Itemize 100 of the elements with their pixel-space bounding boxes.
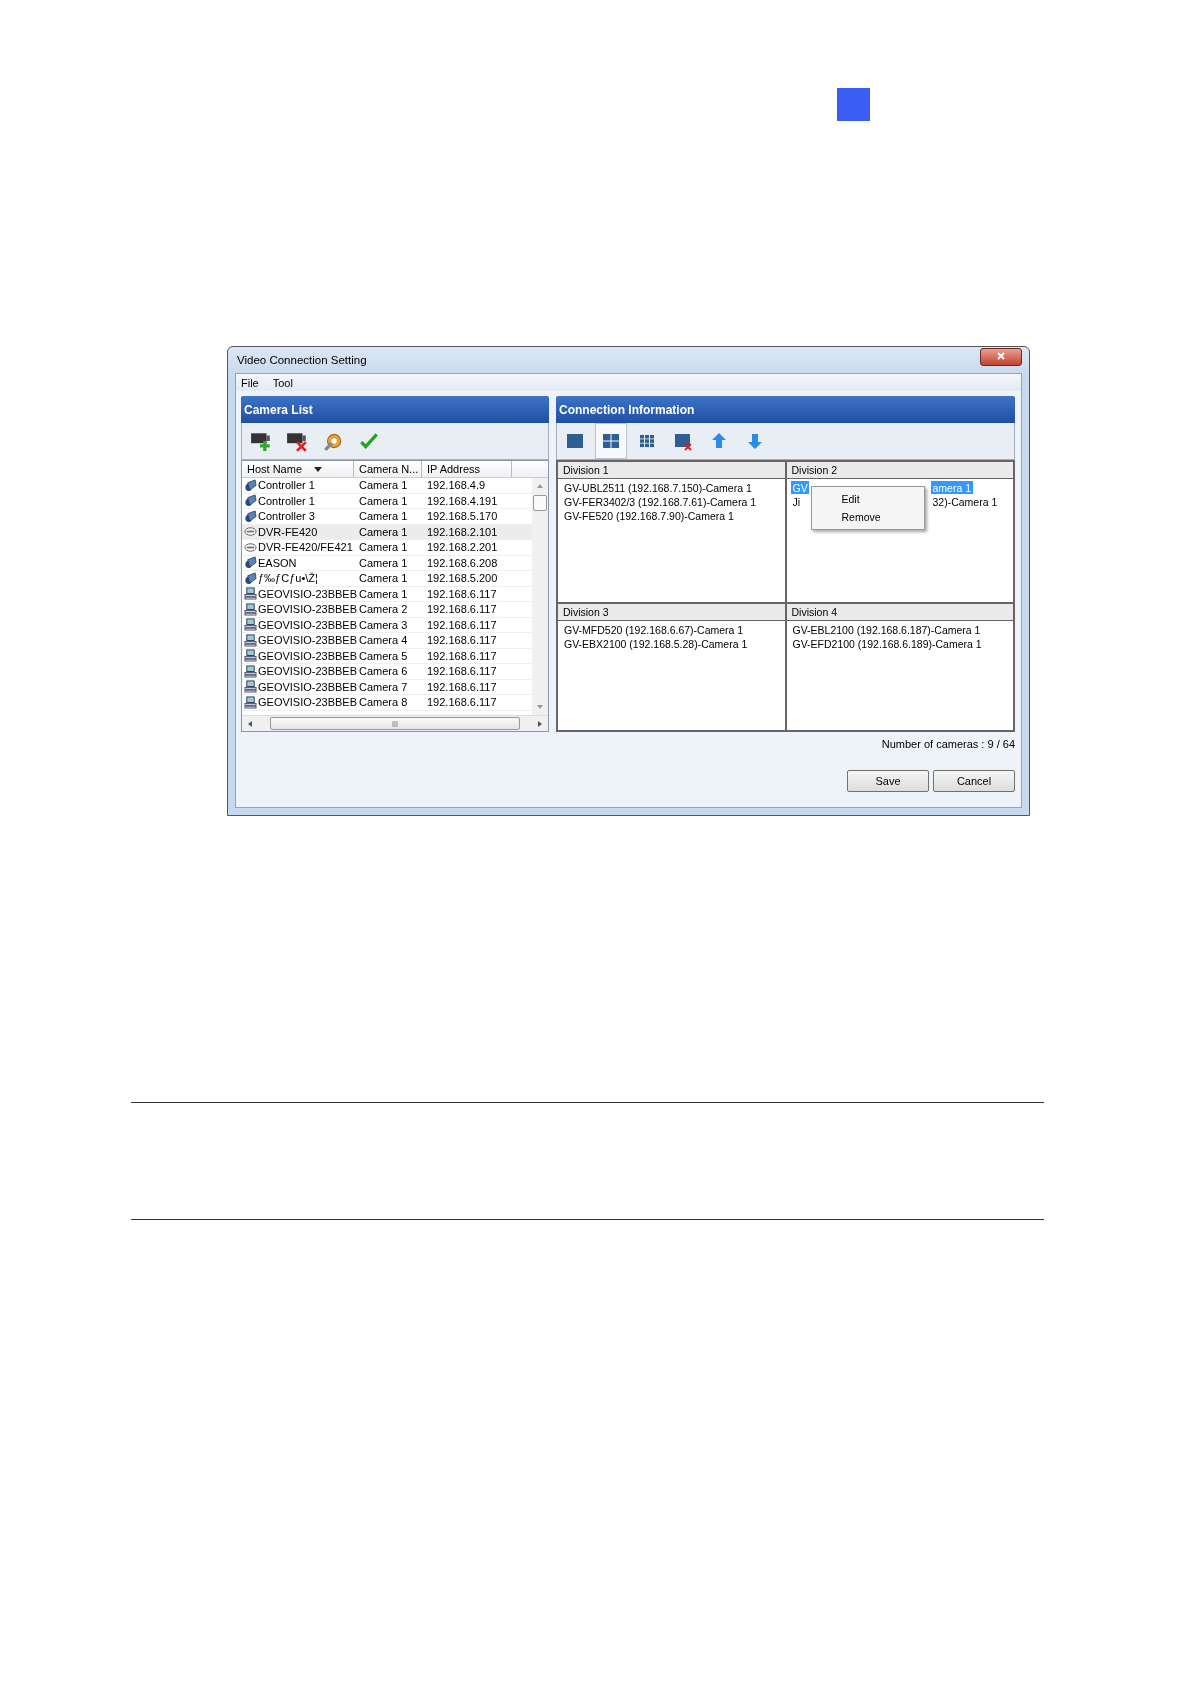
table-cell-text: Camera 1 bbox=[358, 541, 409, 554]
table-row[interactable]: GEOVISIO-23BBEB Camera 7 192.168.6.117 bbox=[242, 679, 532, 695]
layout-button[interactable] bbox=[595, 423, 627, 459]
table-cell: GEOVISIO-23BBEB bbox=[258, 680, 358, 693]
panel-header: Connection Information bbox=[556, 396, 1015, 423]
table-cell-text: Camera 4 bbox=[358, 634, 409, 647]
dialog-button[interactable]: Cancel bbox=[933, 770, 1015, 792]
column-header[interactable]: Host Name bbox=[242, 461, 354, 477]
table-cell-text: 192.168.6.117 bbox=[426, 587, 498, 600]
camera-entry[interactable]: GV-EBX2100 (192.168.5.28)-Camera 1 bbox=[562, 637, 750, 650]
table-cell-text: Camera 6 bbox=[358, 665, 409, 678]
table-cell-text: Camera 3 bbox=[358, 618, 409, 631]
column-header[interactable]: Camera N... bbox=[354, 461, 422, 477]
table-cell-text: 192.168.4.191 bbox=[426, 494, 499, 507]
division-title: Division 2 bbox=[786, 462, 1013, 479]
table-cell: GEOVISIO-23BBEB bbox=[258, 618, 358, 631]
table-row[interactable]: ƒ‰ƒCƒu•\Ž¦ Camera 1 192.168.5.200 bbox=[242, 571, 532, 587]
computer-icon bbox=[244, 664, 257, 678]
division-title: Division 1 bbox=[558, 462, 785, 479]
table-cell-text: Camera 2 bbox=[358, 603, 409, 616]
quad-view-icon bbox=[601, 431, 621, 451]
window-title: Video Connection Setting bbox=[236, 354, 367, 366]
menu-item[interactable]: Tool bbox=[272, 376, 293, 389]
table-row[interactable]: GEOVISIO-23BBEB Camera 3 192.168.6.117 bbox=[242, 617, 532, 633]
table-cell-text: Camera 1 bbox=[358, 479, 409, 492]
computer-icon bbox=[244, 587, 257, 601]
table-cell: Controller 1 bbox=[258, 494, 315, 507]
table-cell: DVR-FE420/FE421 bbox=[258, 541, 353, 554]
camera-entry[interactable]: GV-EFD2100 (192.168.6.189)-Camera 1 bbox=[790, 637, 984, 650]
remove-layout-icon bbox=[673, 431, 693, 451]
table-cell: GEOVISIO-23BBEB bbox=[258, 634, 358, 647]
table-cell-text: Camera 8 bbox=[358, 696, 409, 709]
table-cell-text: 192.168.6.117 bbox=[426, 665, 498, 678]
table-cell-text: 192.168.5.170 bbox=[426, 510, 499, 523]
camera-icon bbox=[244, 509, 257, 523]
table-cell-text: 192.168.6.208 bbox=[426, 556, 499, 569]
table-cell-text: 192.168.6.117 bbox=[426, 618, 498, 631]
camera-entry[interactable]: 32)-Camera 1 bbox=[930, 495, 1000, 508]
table-row[interactable]: GEOVISIO-23BBEB Camera 2 192.168.6.117 bbox=[242, 602, 532, 618]
table-row[interactable]: Controller 1 Camera 1 192.168.4.191 bbox=[242, 493, 532, 509]
table-cell-text: 192.168.2.101 bbox=[426, 525, 499, 538]
table-cell-text: 192.168.5.200 bbox=[426, 572, 499, 585]
table-row[interactable]: GEOVISIO-23BBEB Camera 4 192.168.6.117 bbox=[242, 633, 532, 649]
computer-icon bbox=[244, 695, 257, 709]
dvr-icon bbox=[244, 540, 257, 554]
scroll-right-icon[interactable] bbox=[536, 719, 544, 728]
page-tab-marker bbox=[837, 88, 870, 121]
table-cell-text: 192.168.6.117 bbox=[426, 696, 498, 709]
dialog-button[interactable]: Save bbox=[847, 770, 929, 792]
add-camera-icon[interactable] bbox=[250, 430, 272, 452]
table-cell-text: Camera 1 bbox=[358, 525, 409, 538]
table-cell-text: 192.168.6.117 bbox=[426, 680, 498, 693]
table-row[interactable]: GEOVISIO-23BBEB Camera 1 192.168.6.117 bbox=[242, 586, 532, 602]
table-cell: GEOVISIO-23BBEB bbox=[258, 665, 358, 678]
table-cell-text: Camera 5 bbox=[358, 649, 409, 662]
table-cell-text: Camera 1 bbox=[358, 556, 409, 569]
close-button[interactable] bbox=[980, 348, 1022, 366]
scroll-left-icon[interactable] bbox=[246, 719, 254, 728]
dvr-icon bbox=[244, 525, 257, 539]
table-cell-text: Camera 7 bbox=[358, 680, 409, 693]
computer-icon bbox=[244, 602, 257, 616]
camera-icon bbox=[244, 556, 257, 570]
table-cell-text: Camera 1 bbox=[358, 494, 409, 507]
camera-entry[interactable]: GV-MFD520 (192.168.6.67)-Camera 1 bbox=[562, 623, 746, 636]
camera-entry[interactable]: Ji bbox=[790, 495, 809, 508]
table-cell: GEOVISIO-23BBEB bbox=[258, 696, 358, 709]
table-row[interactable]: GEOVISIO-23BBEB Camera 5 192.168.6.117 bbox=[242, 648, 532, 664]
camera-entry[interactable]: GV-FER3402/3 (192.168.7.61)-Camera 1 bbox=[562, 495, 759, 508]
camera-icon bbox=[244, 571, 257, 585]
table-cell: EASON bbox=[258, 556, 297, 569]
table-row[interactable]: GEOVISIO-23BBEB Camera 8 192.168.6.117 bbox=[242, 695, 532, 711]
scrollbar-thumb[interactable] bbox=[533, 495, 547, 511]
table-cell-text: 192.168.2.201 bbox=[426, 541, 499, 554]
table-row[interactable]: Controller 1 Camera 1 192.168.4.9 bbox=[242, 478, 532, 494]
table-cell-text: Camera 1 bbox=[358, 587, 409, 600]
division-title: Division 4 bbox=[786, 604, 1013, 621]
menu-item[interactable]: Edit bbox=[811, 490, 924, 508]
camera-icon bbox=[244, 478, 257, 492]
panel-header: Camera List bbox=[241, 396, 549, 423]
table-cell-text: 192.168.4.9 bbox=[426, 479, 487, 492]
remove-camera-icon[interactable] bbox=[286, 430, 308, 452]
table-cell: GEOVISIO-23BBEB bbox=[258, 649, 358, 662]
table-cell: Controller 1 bbox=[258, 479, 315, 492]
check-icon[interactable] bbox=[358, 430, 380, 452]
camera-entry[interactable]: GV-EBL2100 (192.168.6.187)-Camera 1 bbox=[790, 623, 983, 636]
table-cell: DVR-FE420 bbox=[258, 525, 318, 538]
scrollbar-thumb[interactable] bbox=[270, 717, 520, 730]
table-cell: GEOVISIO-23BBEB bbox=[258, 587, 358, 600]
table-cell-text: 192.168.6.117 bbox=[426, 634, 498, 647]
caret-icon[interactable] bbox=[314, 466, 323, 472]
table-row[interactable]: EASON Camera 1 192.168.6.208 bbox=[242, 555, 532, 571]
table-row[interactable]: Controller 3 Camera 1 192.168.5.170 bbox=[242, 509, 532, 525]
menu-item[interactable]: File bbox=[241, 376, 259, 389]
close-icon bbox=[996, 351, 1006, 361]
table-row[interactable]: GEOVISIO-23BBEB Camera 6 192.168.6.117 bbox=[242, 664, 532, 680]
menu-item[interactable]: Remove bbox=[811, 508, 924, 526]
camera-entry[interactable]: GV-UBL2511 (192.168.7.150)-Camera 1 bbox=[562, 481, 754, 494]
camera-entry[interactable]: GV-FE520 (192.168.7.90)-Camera 1 bbox=[562, 509, 736, 522]
column-header[interactable]: IP Address bbox=[422, 461, 512, 477]
table-row[interactable]: DVR-FE420/FE421 Camera 1 192.168.2.201 bbox=[242, 540, 532, 556]
